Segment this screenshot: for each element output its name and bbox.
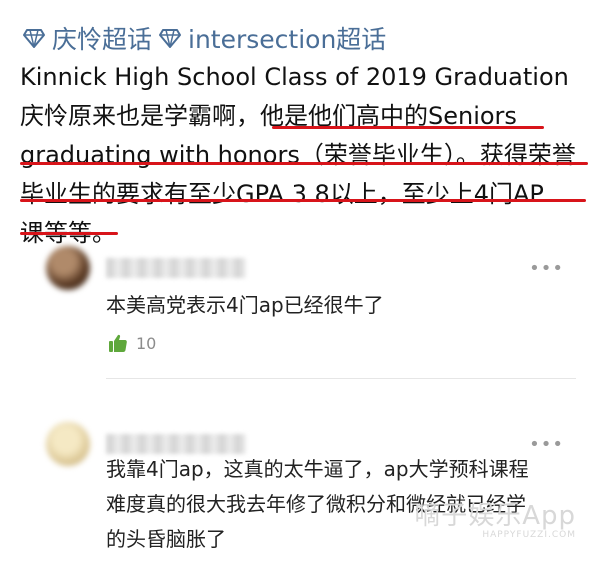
avatar[interactable] [46, 422, 90, 466]
like-button[interactable]: 10 [108, 333, 156, 353]
topic-qinglian[interactable]: 庆怜超话 [22, 20, 152, 56]
topic-tags: 庆怜超话 intersection超话 [22, 20, 386, 56]
diamond-icon [23, 29, 45, 48]
topic-label: intersection超话 [188, 25, 387, 54]
watermark-main: 嘀子娱乐App [414, 501, 576, 531]
post-line: Kinnick High School Class of 2019 Gradua… [20, 63, 569, 91]
more-options-button[interactable]: ••• [529, 434, 564, 455]
post-body: Kinnick High School Class of 2019 Gradua… [20, 58, 580, 253]
highlight-underline [20, 199, 586, 202]
more-options-button[interactable]: ••• [529, 258, 564, 279]
post-line: graduating with honors（荣誉毕业生）。获得荣誉 [20, 141, 576, 169]
like-count: 10 [136, 333, 157, 353]
topic-intersection[interactable]: intersection超话 [158, 20, 386, 56]
comment-line: 本美高党表示4门ap已经很牛了 [106, 293, 384, 317]
thumbs-up-icon [109, 334, 127, 352]
diamond-icon [159, 29, 182, 48]
post-line: 庆怜原来也是学霸啊，他是他们高中的Seniors [20, 102, 517, 130]
username-blurred[interactable] [106, 258, 246, 278]
avatar[interactable] [46, 246, 90, 290]
comment-item: ••• 我靠4门ap，这真的太牛逼了，ap大学预科课程 难度真的很大我去年修了微… [36, 414, 576, 564]
comment-line: 我靠4门ap，这真的太牛逼了，ap大学预科课程 [106, 457, 529, 481]
highlight-underline [20, 232, 118, 235]
username-blurred[interactable] [106, 434, 246, 454]
comment-text: 本美高党表示4门ap已经很牛了 [106, 288, 384, 323]
watermark: 嘀子娱乐App HAPPYFUZZI.COM [414, 495, 576, 540]
comment-item: ••• 本美高党表示4门ap已经很牛了 10 [36, 238, 576, 388]
post-line: 毕业生的要求有至少GPA 3.8以上，至少上4门AP [20, 180, 544, 208]
divider [106, 378, 576, 379]
highlight-underline [272, 126, 544, 129]
highlight-underline [20, 162, 588, 165]
topic-label: 庆怜超话 [52, 25, 153, 54]
